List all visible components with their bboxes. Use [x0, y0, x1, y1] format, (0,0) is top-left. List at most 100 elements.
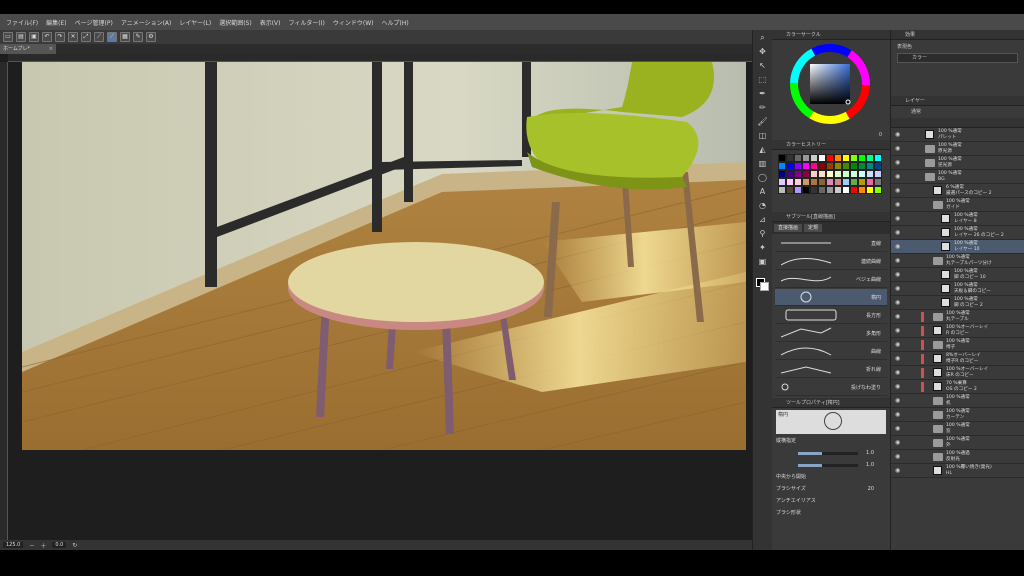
color-swatch[interactable] [866, 186, 874, 194]
property-row[interactable]: ブラシ形状 [776, 508, 886, 519]
color-swatch[interactable] [874, 162, 882, 170]
color-swatch[interactable] [810, 162, 818, 170]
text-tool-icon[interactable]: A [756, 186, 770, 198]
undo-icon[interactable]: ↶ [42, 32, 52, 42]
color-swatch[interactable] [850, 154, 858, 162]
color-swatch[interactable] [818, 178, 826, 186]
blend-tool-icon[interactable]: ✦ [756, 242, 770, 254]
property-row[interactable]: 縦横指定 [776, 436, 886, 447]
color-swatch[interactable] [842, 170, 850, 178]
color-swatch[interactable] [786, 162, 794, 170]
color-swatch[interactable] [810, 170, 818, 178]
eye-icon[interactable]: ◉ [895, 258, 900, 264]
layer-row[interactable]: ◉ 100 %通常 BG [891, 170, 1024, 184]
pencil-tool-icon[interactable]: ✏ [756, 102, 770, 114]
menu-item-8[interactable]: ウィンドウ(W) [333, 18, 374, 27]
layer-row[interactable]: ◉ 6 %通常 厳選パースのコピー 2 [891, 184, 1024, 198]
property-row[interactable]: 1.0 [776, 448, 886, 459]
eye-icon[interactable]: ◉ [895, 370, 900, 376]
color-swatch[interactable] [818, 186, 826, 194]
menu-item-1[interactable]: 編集(E) [46, 18, 66, 27]
tab-ruler[interactable]: 定規 [804, 224, 823, 232]
color-swatch[interactable] [850, 186, 858, 194]
eye-icon[interactable]: ◉ [895, 440, 900, 446]
eye-icon[interactable]: ◉ [895, 384, 900, 390]
subtool-item[interactable]: 投げなわ塗り [775, 379, 887, 396]
property-row[interactable]: 中央から開始 [776, 472, 886, 483]
layer-row[interactable]: ◉ 100 %通常 ガイド [891, 198, 1024, 212]
clear-icon[interactable]: ✕ [68, 32, 78, 42]
layer-row[interactable]: ◉ 100 %覆い焼き(発光) HL [891, 464, 1024, 478]
color-swatch[interactable] [866, 162, 874, 170]
ruler-tool-icon[interactable]: ⊿ [756, 214, 770, 226]
color-swatch[interactable] [778, 162, 786, 170]
subtool-item[interactable]: 直線 [775, 235, 887, 252]
selection-tool-icon[interactable]: ⬚ [756, 74, 770, 86]
color-swatch[interactable] [826, 154, 834, 162]
eye-icon[interactable]: ◉ [895, 342, 900, 348]
subtool-item[interactable]: 長方形 [775, 307, 887, 324]
layer-row[interactable]: ◉ 100 %通常 天板＆脚のコピー [891, 282, 1024, 296]
color-swatch[interactable] [874, 170, 882, 178]
color-swatch[interactable] [786, 154, 794, 162]
color-swatch[interactable] [834, 186, 842, 194]
color-swatch[interactable] [802, 186, 810, 194]
eye-icon[interactable]: ◉ [895, 216, 900, 222]
new-icon[interactable]: ▭ [3, 32, 13, 42]
color-swatch[interactable] [834, 170, 842, 178]
eyedropper-tool-icon[interactable]: ⚲ [756, 228, 770, 240]
snap-special-ruler-icon[interactable]: ⟋ [107, 32, 117, 42]
move-tool-icon[interactable]: ✥ [756, 46, 770, 58]
fill-tool-icon[interactable]: ◭ [756, 144, 770, 156]
menu-item-9[interactable]: ヘルプ(H) [381, 18, 408, 27]
zoom-out-icon[interactable]: − [29, 542, 34, 549]
eye-icon[interactable]: ◉ [895, 314, 900, 320]
color-swatch[interactable] [834, 162, 842, 170]
rotation-value[interactable]: 0.0 [52, 542, 67, 548]
color-swatch[interactable] [794, 178, 802, 186]
layer-row[interactable]: ◉ 100 %通常 レイヤー 26 のコピー 2 [891, 226, 1024, 240]
layer-row[interactable]: ◉ 100 %通常 パレット [891, 128, 1024, 142]
color-swatch[interactable] [858, 162, 866, 170]
color-swatch[interactable] [858, 186, 866, 194]
color-swatch[interactable] [866, 178, 874, 186]
color-swatch[interactable] [810, 154, 818, 162]
color-swatch[interactable] [850, 170, 858, 178]
eye-icon[interactable]: ◉ [895, 286, 900, 292]
color-swatch[interactable] [794, 186, 802, 194]
color-swatch[interactable] [842, 154, 850, 162]
property-slider[interactable] [798, 464, 858, 467]
frame-tool-icon[interactable]: ▣ [756, 256, 770, 268]
color-swatch[interactable] [810, 186, 818, 194]
color-swatch[interactable] [802, 162, 810, 170]
color-wheel[interactable] [790, 44, 870, 124]
eye-icon[interactable]: ◉ [895, 412, 900, 418]
open-icon[interactable]: ▤ [16, 32, 26, 42]
subtool-item[interactable]: 連続曲線 [775, 253, 887, 270]
layer-row[interactable]: ◉ 100 %通常 原光源 [891, 142, 1024, 156]
layer-row[interactable]: ◉ 100 %通常脚 のコピー 10 [891, 268, 1024, 282]
rotate-icon[interactable]: ↻ [72, 542, 77, 549]
redo-icon[interactable]: ↷ [55, 32, 65, 42]
color-swatch[interactable] [826, 170, 834, 178]
layer-row[interactable]: ◉ 100 %通過 反射光 [891, 450, 1024, 464]
eye-icon[interactable]: ◉ [895, 426, 900, 432]
color-swatch[interactable] [794, 154, 802, 162]
property-slider[interactable] [798, 452, 858, 455]
eye-icon[interactable]: ◉ [895, 188, 900, 194]
settings-icon[interactable]: ⚙ [146, 32, 156, 42]
close-icon[interactable]: × [49, 44, 53, 54]
pen-pressure-icon[interactable]: ✎ [133, 32, 143, 42]
color-swatch[interactable] [810, 178, 818, 186]
color-swatch[interactable] [874, 186, 882, 194]
layer-row[interactable]: ◉ 8%オーバーレイ 椅子R のコピー [891, 352, 1024, 366]
property-row[interactable]: アンチエイリアス [776, 496, 886, 507]
color-swatch[interactable] [818, 170, 826, 178]
color-swatch[interactable] [842, 178, 850, 186]
menu-item-4[interactable]: レイヤー(L) [179, 18, 211, 27]
color-swatch[interactable] [786, 170, 794, 178]
eye-icon[interactable]: ◉ [895, 468, 900, 474]
operation-tool-icon[interactable]: ↖ [756, 60, 770, 72]
save-icon[interactable]: ▣ [29, 32, 39, 42]
color-swatch[interactable] [802, 178, 810, 186]
